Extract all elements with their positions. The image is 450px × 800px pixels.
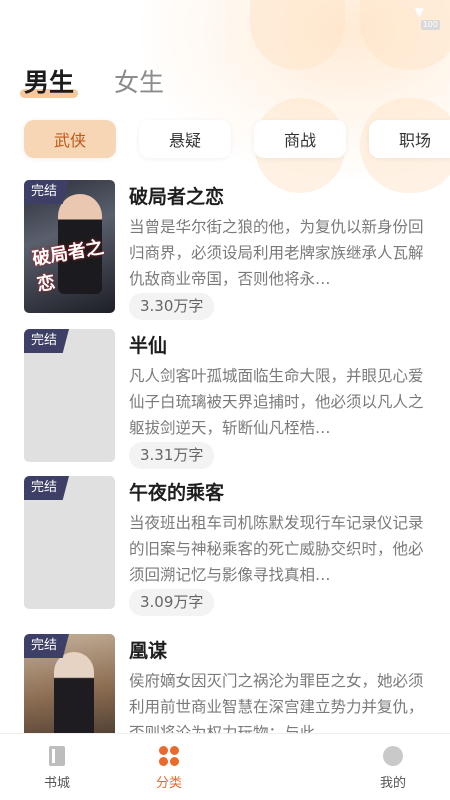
book-cover[interactable]: 完结 xyxy=(24,329,115,462)
book-item[interactable]: 完结 半仙 凡人剑客叶孤城面临生命大限，并眼见心爱仙子白琉璃被天界追捕时，他必须… xyxy=(24,329,434,469)
book-title[interactable]: 破局者之恋 xyxy=(129,182,224,209)
cover-title-text: 破局者之恋 xyxy=(30,236,106,296)
tab-female[interactable]: 女生 xyxy=(114,66,164,100)
book-icon xyxy=(49,746,65,766)
category-chips: 武侠 悬疑 商战 职场 xyxy=(24,120,450,158)
status-bar: ▼ 100 xyxy=(0,0,450,36)
book-title[interactable]: 午夜的乘客 xyxy=(129,478,224,505)
status-badge: 完结 xyxy=(24,476,70,500)
bottom-nav: 书城 分类 我的 xyxy=(0,733,450,800)
gender-tabs: 男生 女生 xyxy=(19,66,204,100)
book-item[interactable]: 破局者之恋 完结 破局者之恋 当曾是华尔街之狼的他，为复仇以新身份回归商界，必须… xyxy=(24,180,434,320)
battery-icon: 100 xyxy=(420,20,440,30)
category-chip-workplace[interactable]: 职场 xyxy=(369,120,450,158)
book-description: 当夜班出租车司机陈默发现行车记录仪记录的旧案与神秘乘客的死亡威胁交织时，他必须回… xyxy=(129,514,424,584)
nav-label: 我的 xyxy=(379,776,406,791)
book-title[interactable]: 半仙 xyxy=(129,331,167,358)
book-title[interactable]: 凰谋 xyxy=(129,636,167,663)
word-count: 3.30万字 xyxy=(129,293,215,320)
wifi-icon: ▼ xyxy=(414,5,424,19)
profile-icon xyxy=(383,746,403,766)
book-description: 当曾是华尔街之狼的他，为复仇以新身份回归商界，必须设局利用老牌家族继承人瓦解仇敌… xyxy=(129,218,424,288)
book-cover[interactable]: 完结 xyxy=(24,476,115,609)
tab-male[interactable]: 男生 xyxy=(19,66,79,100)
status-badge: 完结 xyxy=(24,634,70,658)
book-cover[interactable]: 破局者之恋 完结 xyxy=(24,180,115,313)
status-badge: 完结 xyxy=(24,180,70,204)
nav-item-profile[interactable]: 我的 xyxy=(358,746,428,791)
category-icon xyxy=(159,746,179,766)
nav-label: 分类 xyxy=(155,776,182,791)
status-badge: 完结 xyxy=(24,329,70,353)
nav-item-category[interactable]: 分类 xyxy=(134,746,204,791)
category-chip-suspense[interactable]: 悬疑 xyxy=(139,120,231,158)
category-chip-wuxia[interactable]: 武侠 xyxy=(24,120,116,158)
book-description: 凡人剑客叶孤城面临生命大限，并眼见心爱仙子白琉璃被天界追捕时，他必须以凡人之躯拔… xyxy=(129,367,424,437)
word-count: 3.09万字 xyxy=(129,589,215,616)
nav-item-bookstore[interactable]: 书城 xyxy=(22,746,92,791)
nav-label: 书城 xyxy=(43,776,70,791)
category-chip-business[interactable]: 商战 xyxy=(254,120,346,158)
book-item[interactable]: 完结 午夜的乘客 当夜班出租车司机陈默发现行车记录仪记录的旧案与神秘乘客的死亡威… xyxy=(24,476,434,616)
word-count: 3.31万字 xyxy=(129,442,215,469)
